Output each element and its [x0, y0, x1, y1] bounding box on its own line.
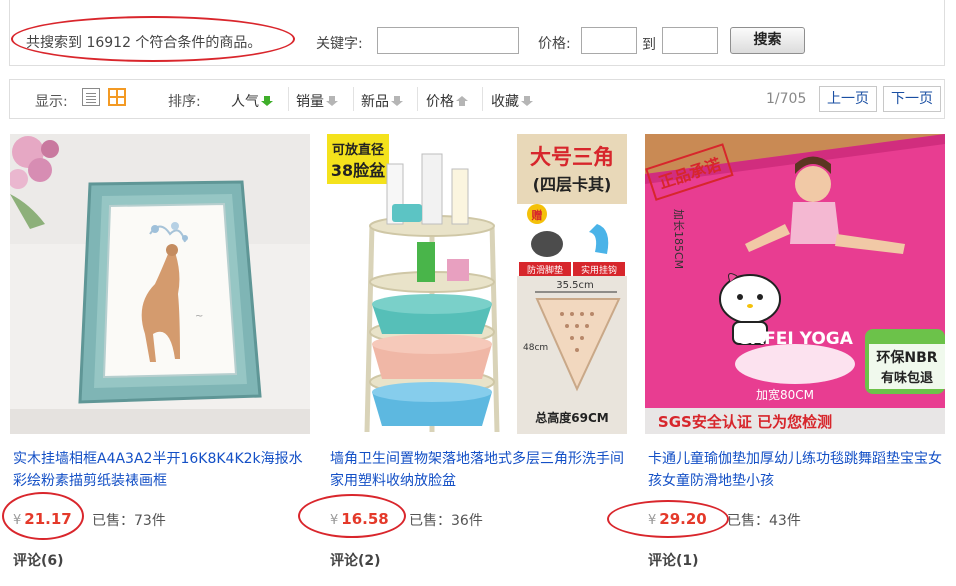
arrow-down-gray-icon: [391, 96, 403, 106]
sold-count: 已售：43件: [727, 513, 801, 529]
side-title-text: 大号三角: [530, 145, 614, 169]
product-price: ¥21.17: [13, 510, 72, 528]
search-button[interactable]: 搜索: [730, 27, 805, 54]
product-price: ¥16.58: [330, 510, 389, 528]
product-title-link[interactable]: 卡通儿童瑜伽垫加厚幼儿练功毯跳舞蹈垫宝宝女孩女童防滑地垫小孩: [648, 448, 942, 492]
badge-top-text: 可放直径: [332, 142, 384, 158]
dim-width: 35.5cm: [556, 280, 594, 291]
eco-text-1: 环保NBR: [876, 349, 937, 366]
sort-favorites[interactable]: 收藏: [491, 91, 533, 111]
next-page-button[interactable]: 下一页: [883, 86, 941, 112]
eco-text-2: 有味包退: [881, 370, 933, 386]
list-view-icon[interactable]: [82, 88, 100, 106]
reviews-link[interactable]: 评论(6): [13, 550, 64, 570]
product-card: 可放直径 38脸盆 大号三角 (四层卡其) 赠 防滑脚垫 实用挂钩 35.5cm: [327, 134, 627, 586]
display-label: 显示:: [35, 94, 68, 110]
sort-bar: 显示: 排序: 人气 销量 新品 价格 收藏 1/705 上一页 下一页: [9, 79, 945, 119]
price-value: 29.20: [659, 510, 707, 528]
product-title-link[interactable]: 墙角卫生间置物架落地落地式多层三角形洗手间家用塑料收纳放脸盆: [330, 448, 624, 492]
arrow-down-gray-icon: [326, 96, 338, 106]
page-indicator: 1/705: [766, 91, 807, 107]
reviews-link[interactable]: 评论(2): [330, 550, 381, 570]
product-title-link[interactable]: 实木挂墙相框A4A3A2半开16K8K4K2k海报水彩绘粉素描剪纸装裱画框: [13, 448, 307, 492]
price-value: 16.58: [341, 510, 389, 528]
prev-page-button[interactable]: 上一页: [819, 86, 877, 112]
caption-2: 实用挂钩: [581, 264, 617, 276]
sort-label: 排序:: [168, 94, 201, 110]
keyword-input[interactable]: [377, 27, 519, 54]
sold-count: 已售：73件: [92, 513, 166, 529]
price-value: 21.17: [24, 510, 72, 528]
sold-count: 已售：36件: [409, 513, 483, 529]
arrow-down-green-icon: [261, 96, 273, 106]
search-bar: 共搜索到 16912 个符合条件的商品。 关键字: 价格: 到 搜索: [9, 0, 945, 66]
currency-symbol: ¥: [13, 513, 22, 528]
sort-popularity-label: 人气: [231, 94, 259, 110]
result-count-text: 共搜索到 16912 个符合条件的商品。: [26, 35, 262, 51]
caption-1: 防滑脚垫: [527, 264, 563, 276]
grid-view-icon[interactable]: [108, 88, 126, 106]
currency-symbol: ¥: [648, 513, 657, 528]
sort-price-label: 价格: [426, 94, 454, 110]
currency-symbol: ¥: [330, 513, 339, 528]
svg-text:~: ~: [195, 311, 203, 322]
total-height: 总高度69CM: [535, 410, 608, 425]
sort-new-label: 新品: [361, 94, 389, 110]
product-image[interactable]: ~: [10, 134, 310, 434]
sort-favorites-label: 收藏: [491, 94, 519, 110]
product-image[interactable]: 可放直径 38脸盆 大号三角 (四层卡其) 赠 防滑脚垫 实用挂钩 35.5cm: [327, 134, 627, 434]
sort-new[interactable]: 新品: [361, 91, 403, 111]
keyword-label: 关键字:: [316, 36, 363, 52]
price-label: 价格:: [538, 36, 571, 52]
product-price: ¥29.20: [648, 510, 707, 528]
product-card: ~ 实木挂墙相框A4A3A2半开16K8K4K2k海报水彩绘粉素描剪纸装裱画框 …: [10, 134, 310, 586]
price-min-input[interactable]: [581, 27, 637, 54]
length-text: 加长185CM: [672, 209, 685, 269]
cert-text: SGS安全认证 已为您检测: [658, 413, 832, 431]
reviews-link[interactable]: 评论(1): [648, 550, 699, 570]
dim-height: 48cm: [523, 343, 548, 353]
sort-sales-label: 销量: [296, 94, 324, 110]
side-sub-text: (四层卡其): [533, 175, 612, 194]
brand-text: GAFEI YOGA: [737, 329, 854, 349]
arrow-up-gray-icon: [456, 96, 468, 106]
arrow-down-gray-icon: [521, 96, 533, 106]
sort-popularity[interactable]: 人气: [231, 91, 273, 111]
badge-bottom-text: 38脸盆: [331, 161, 386, 180]
gift-text: 赠: [532, 208, 543, 222]
sort-sales[interactable]: 销量: [296, 91, 338, 111]
price-max-input[interactable]: [662, 27, 718, 54]
sort-price[interactable]: 价格: [426, 91, 468, 111]
product-card: 正品承诺 加长185CM GAFEI YOGA 环保NBR 有味包退 加宽80C…: [645, 134, 945, 586]
price-to-label: 到: [642, 37, 656, 53]
width-text: 加宽80CM: [756, 387, 814, 402]
product-image[interactable]: 正品承诺 加长185CM GAFEI YOGA 环保NBR 有味包退 加宽80C…: [645, 134, 945, 434]
